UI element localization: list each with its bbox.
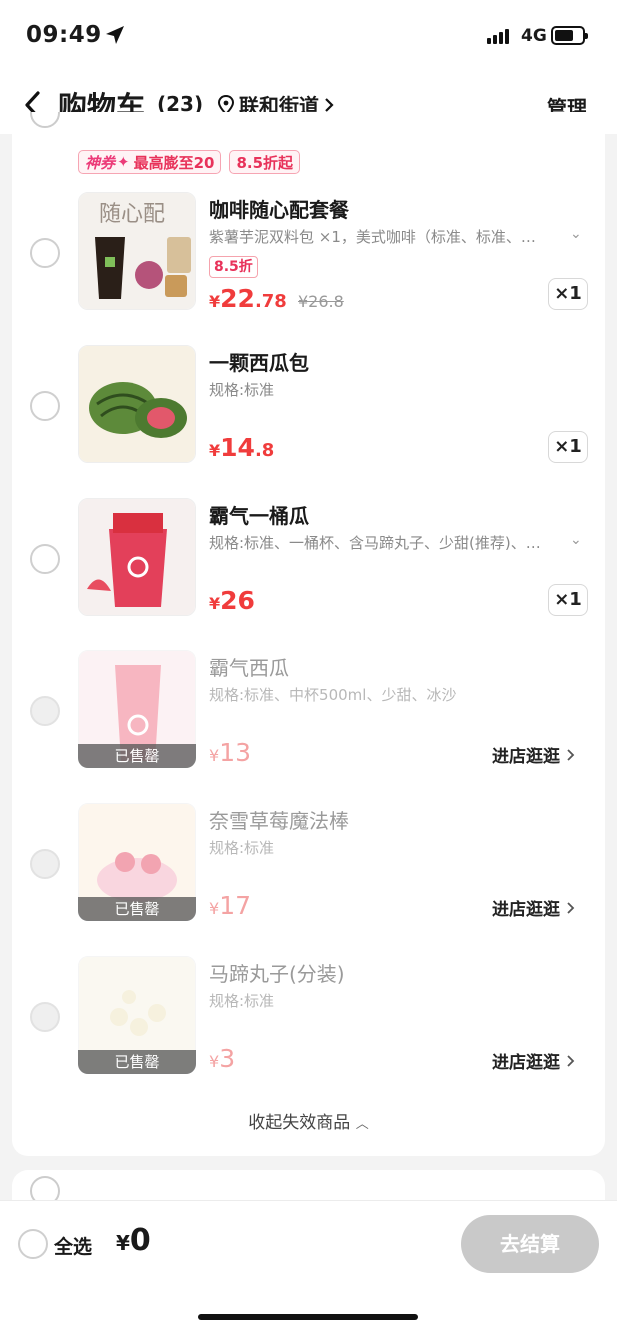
item-spec: 规格:标准 [209,381,275,399]
select-all-radio[interactable] [18,1229,48,1259]
chevron-right-icon [325,97,334,112]
item-name: 马蹄丸子(分装) [209,962,345,986]
status-time: 09:49 [26,22,102,48]
chevron-up-icon: ︿ [355,1117,369,1132]
network-label: 4G [521,26,547,46]
sold-out-label: 已售罄 [78,897,196,921]
location-arrow-icon [106,26,124,44]
go-store-button[interactable]: 进店逛逛 [492,742,576,767]
checkout-button[interactable]: 去结算 [461,1215,599,1273]
item-radio[interactable] [30,544,60,574]
select-all-label[interactable]: 全选 [54,1232,92,1259]
item-radio-disabled [30,696,60,726]
sparkle-icon: ✦ [117,153,130,171]
cart-item-sold-out[interactable]: 已售罄 奈雪草莓魔法棒 规格:标准 ¥17 进店逛逛 [12,803,605,927]
item-price: ¥14.8 [209,433,275,462]
item-price: ¥22.78 [209,284,287,313]
cart-item[interactable]: 随心配 咖啡随心配套餐 紫薯芋泥双料包 ×1，美式咖啡（标准、标准、… ⌄ 8.… [12,192,605,316]
item-name: 一颗西瓜包 [209,351,309,375]
item-spec: 规格:标准 [209,839,275,857]
coupon-text: 最高膨至20 [133,153,215,172]
quantity-stepper[interactable]: ×1 [548,584,588,616]
signal-icon [487,28,509,44]
product-image[interactable] [78,498,196,616]
item-name: 奈雪草莓魔法棒 [209,809,349,833]
chevron-down-icon[interactable]: ⌄ [570,532,582,548]
item-price: ¥3 [209,1044,236,1073]
chevron-right-icon [567,901,575,914]
quantity-stepper[interactable]: ×1 [548,431,588,463]
item-spec[interactable]: 规格:标准、一桶杯、含马蹄丸子、少甜(推荐)、… [209,532,564,553]
item-price: ¥26 [209,586,255,615]
item-price: ¥17 [209,891,251,920]
cart-item-sold-out[interactable]: 已售罄 马蹄丸子(分装) 规格:标准 ¥3 进店逛逛 [12,956,605,1080]
chevron-right-icon [567,748,575,761]
item-name: 霸气一桶瓜 [209,504,309,528]
store-cart-card: 神券 ✦ 最高膨至20 8.5折起 随心配 咖啡随心配套餐 紫薯芋泥双料包 ×1… [12,112,605,1156]
svg-text:随心配: 随心配 [99,202,165,227]
store-header-partial [12,112,605,134]
item-radio[interactable] [30,391,60,421]
home-indicator [198,1314,418,1320]
discount-tag[interactable]: 8.5折起 [229,150,301,174]
watermelon-bucket-image [79,499,195,615]
item-name: 咖啡随心配套餐 [209,198,349,222]
item-radio-disabled [30,1002,60,1032]
coffee-combo-image: 随心配 [79,193,195,309]
original-price: ¥26.8 [298,292,344,311]
battery-icon [551,26,588,45]
item-radio[interactable] [30,238,60,268]
collapse-invalid-items-button[interactable]: 收起失效商品 ︿ [12,1108,605,1133]
cart-item-sold-out[interactable]: 已售罄 霸气西瓜 规格:标准、中杯500ml、少甜、冰沙 ¥13 进店逛逛 [12,650,605,774]
chevron-right-icon [567,1054,575,1067]
promo-row: 神券 ✦ 最高膨至20 8.5折起 [78,150,301,174]
go-store-button[interactable]: 进店逛逛 [492,1048,576,1073]
shen-label: 神券 [85,153,116,172]
quantity-stepper[interactable]: ×1 [548,278,588,310]
chevron-down-icon[interactable]: ⌄ [570,226,582,242]
item-name: 霸气西瓜 [209,656,289,680]
item-price: ¥13 [209,738,251,767]
item-spec: 规格:标准 [209,992,275,1010]
discount-badge: 8.5折 [209,256,258,278]
sold-out-label: 已售罄 [78,1050,196,1074]
product-image[interactable]: 随心配 [78,192,196,310]
total-price: ¥0 [116,1223,151,1258]
item-spec: 规格:标准、中杯500ml、少甜、冰沙 [209,686,457,704]
cart-item[interactable]: 一颗西瓜包 规格:标准 ¥14.8 ×1 [12,345,605,469]
item-spec[interactable]: 紫薯芋泥双料包 ×1，美式咖啡（标准、标准、… [209,226,564,247]
status-bar: 09:49 4G [0,0,617,72]
sold-out-label: 已售罄 [78,744,196,768]
product-image[interactable] [78,345,196,463]
store-radio[interactable] [30,112,60,128]
cart-item[interactable]: 霸气一桶瓜 规格:标准、一桶杯、含马蹄丸子、少甜(推荐)、… ⌄ ¥26 ×1 [12,498,605,622]
watermelon-bun-image [79,346,195,462]
coupon-tag[interactable]: 神券 ✦ 最高膨至20 [78,150,222,174]
discount-text: 8.5折起 [236,153,294,172]
item-radio-disabled [30,849,60,879]
go-store-button[interactable]: 进店逛逛 [492,895,576,920]
